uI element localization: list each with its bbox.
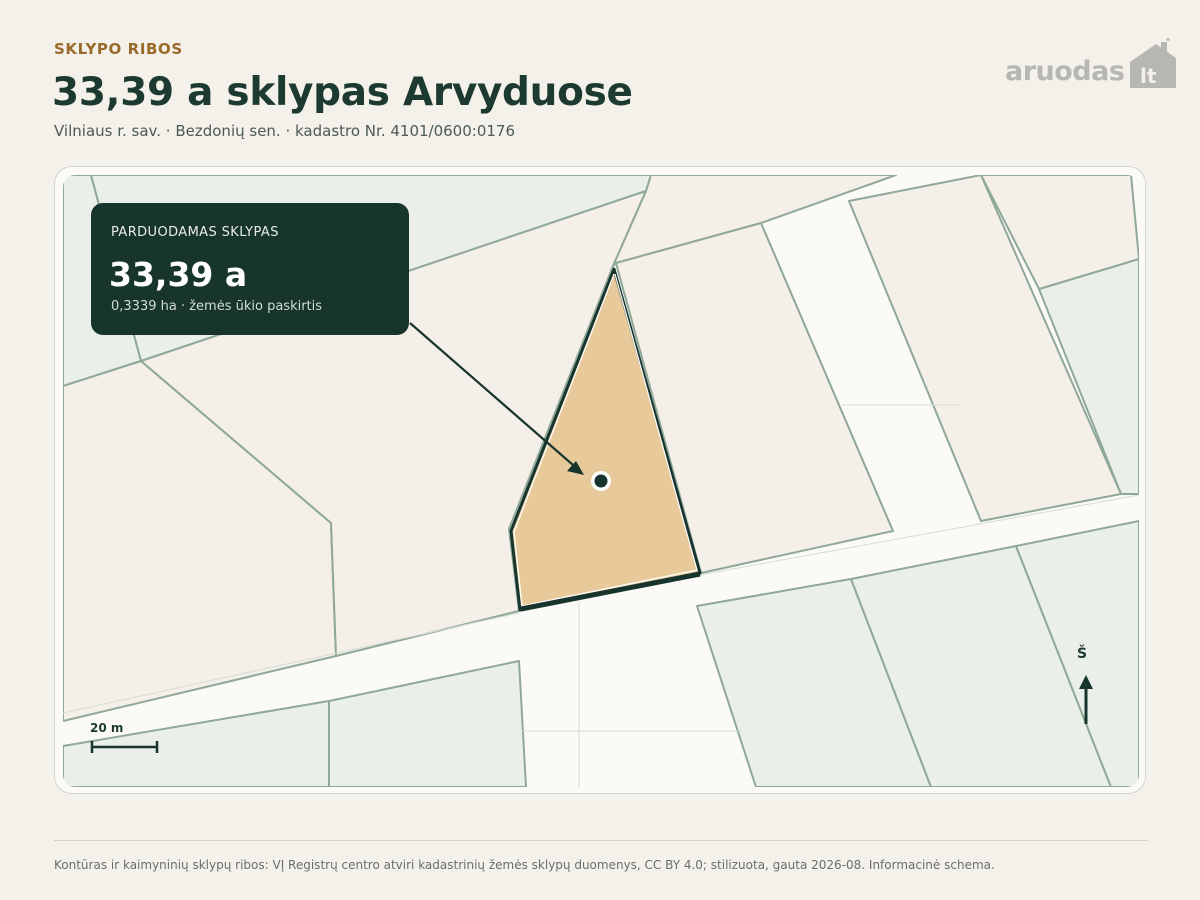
parcel-center-dot bbox=[594, 474, 608, 488]
callout-label: PARDUODAMAS SKLYPAS bbox=[111, 225, 279, 240]
parcel-callout: PARDUODAMAS SKLYPAS 33,39 a 0,3339 ha · … bbox=[91, 203, 409, 335]
page-subtitle: Vilniaus r. sav. · Bezdonių sen. · kadas… bbox=[54, 122, 515, 140]
house-logo-icon: lt bbox=[1130, 38, 1176, 88]
callout-area-value: 33,39 a bbox=[109, 255, 248, 294]
footer-divider bbox=[54, 840, 1148, 841]
footer-source-text: Kontūras ir kaimyninių sklypų ribos: VĮ … bbox=[54, 858, 995, 872]
aruodas-logo[interactable]: lt aruodas bbox=[1000, 38, 1180, 98]
page-title: 33,39 a sklypas Arvyduose bbox=[52, 70, 633, 115]
callout-detail: 0,3339 ha · žemės ūkio paskirtis bbox=[111, 299, 323, 314]
logo-text: aruodas bbox=[1005, 56, 1125, 87]
logo-suffix: lt bbox=[1140, 64, 1157, 88]
north-label: Š bbox=[1077, 646, 1088, 662]
scale-label: 20 m bbox=[90, 721, 124, 735]
eyebrow-label: SKLYPO RIBOS bbox=[54, 40, 183, 58]
